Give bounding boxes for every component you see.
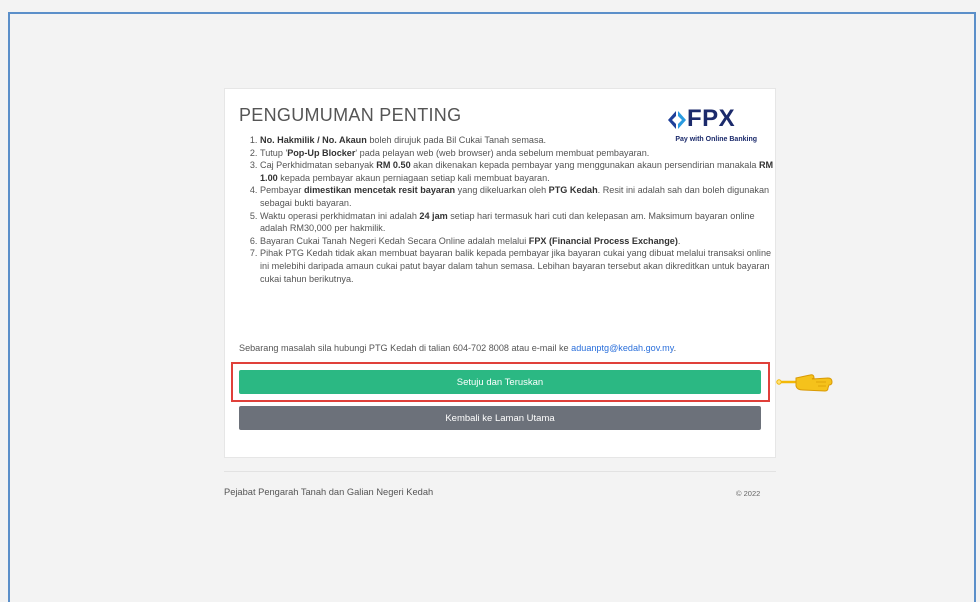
- fpx-logo-text: FPX: [687, 105, 736, 132]
- notice-item-text: Pihak PTG Kedah tidak akan membuat bayar…: [260, 248, 772, 284]
- notice-item: Tutup 'Pop-Up Blocker' pada pelayan web …: [260, 147, 774, 160]
- notice-item-bold: PTG Kedah: [548, 185, 598, 196]
- pointing-hand-icon: [776, 374, 833, 392]
- notice-card: PENGUMUMAN PENTING FPX Pay with Online B…: [224, 88, 776, 458]
- notice-item-text: yang dikeluarkan oleh: [455, 185, 549, 196]
- notice-list: No. Hakmilik / No. Akaun boleh dirujuk p…: [243, 134, 774, 285]
- back-home-button[interactable]: Kembali ke Laman Utama: [239, 406, 761, 430]
- notice-item: Pihak PTG Kedah tidak akan membuat bayar…: [260, 247, 774, 285]
- notice-item-bold: 24 jam: [419, 210, 448, 221]
- notice-item-text: akan dikenakan kepada pembayar yang meng…: [410, 160, 759, 171]
- notice-item-bold: RM 0.50: [376, 160, 411, 171]
- contact-end: .: [673, 343, 677, 353]
- notice-item: No. Hakmilik / No. Akaun boleh dirujuk p…: [260, 134, 774, 147]
- notice-item-text: ' pada pelayan web (web browser) anda se…: [355, 147, 650, 158]
- fpx-diamond-icon: [668, 111, 686, 129]
- notice-item-text: .: [677, 235, 681, 246]
- footer-copyright: © 2022: [736, 489, 761, 498]
- notice-item-text: boleh dirujuk pada Bil Cukai Tanah semas…: [366, 135, 547, 145]
- notice-item-bold: FPX (Financial Process Exchange): [528, 235, 678, 246]
- notice-item-text: Waktu operasi perkhidmatan ini adalah: [260, 210, 420, 221]
- contact-text: Sebarang masalah sila hubungi PTG Kedah …: [239, 343, 572, 353]
- notice-item-bold: Pop-Up Blocker: [287, 147, 356, 158]
- contact-line: Sebarang masalah sila hubungi PTG Kedah …: [239, 343, 769, 353]
- notice-item: Bayaran Cukai Tanah Negeri Kedah Secara …: [260, 235, 774, 248]
- notice-item-text: kepada pembayar akaun perniagaan setiap …: [277, 172, 550, 183]
- footer-divider: [224, 471, 776, 472]
- notice-item: Pembayar dimestikan mencetak resit bayar…: [260, 184, 774, 209]
- footer-org: Pejabat Pengarah Tanah dan Galian Negeri…: [224, 487, 434, 497]
- notice-title: PENGUMUMAN PENTING: [239, 105, 462, 125]
- contact-email-link[interactable]: aduanptg@kedah.gov.my: [571, 343, 673, 353]
- notice-item-text: Bayaran Cukai Tanah Negeri Kedah Secara …: [260, 235, 529, 246]
- notice-item-text: Caj Perkhidmatan sebanyak: [260, 160, 377, 171]
- notice-item-bold: dimestikan mencetak resit bayaran: [303, 185, 456, 196]
- highlight-box: [231, 362, 770, 402]
- notice-item-bold: No. Hakmilik / No. Akaun: [260, 135, 367, 145]
- notice-item: Caj Perkhidmatan sebanyak RM 0.50 akan d…: [260, 159, 774, 184]
- notice-item: Waktu operasi perkhidmatan ini adalah 24…: [260, 210, 774, 235]
- notice-item-text: Pembayar: [260, 185, 304, 196]
- notice-item-text: Tutup ': [260, 147, 288, 158]
